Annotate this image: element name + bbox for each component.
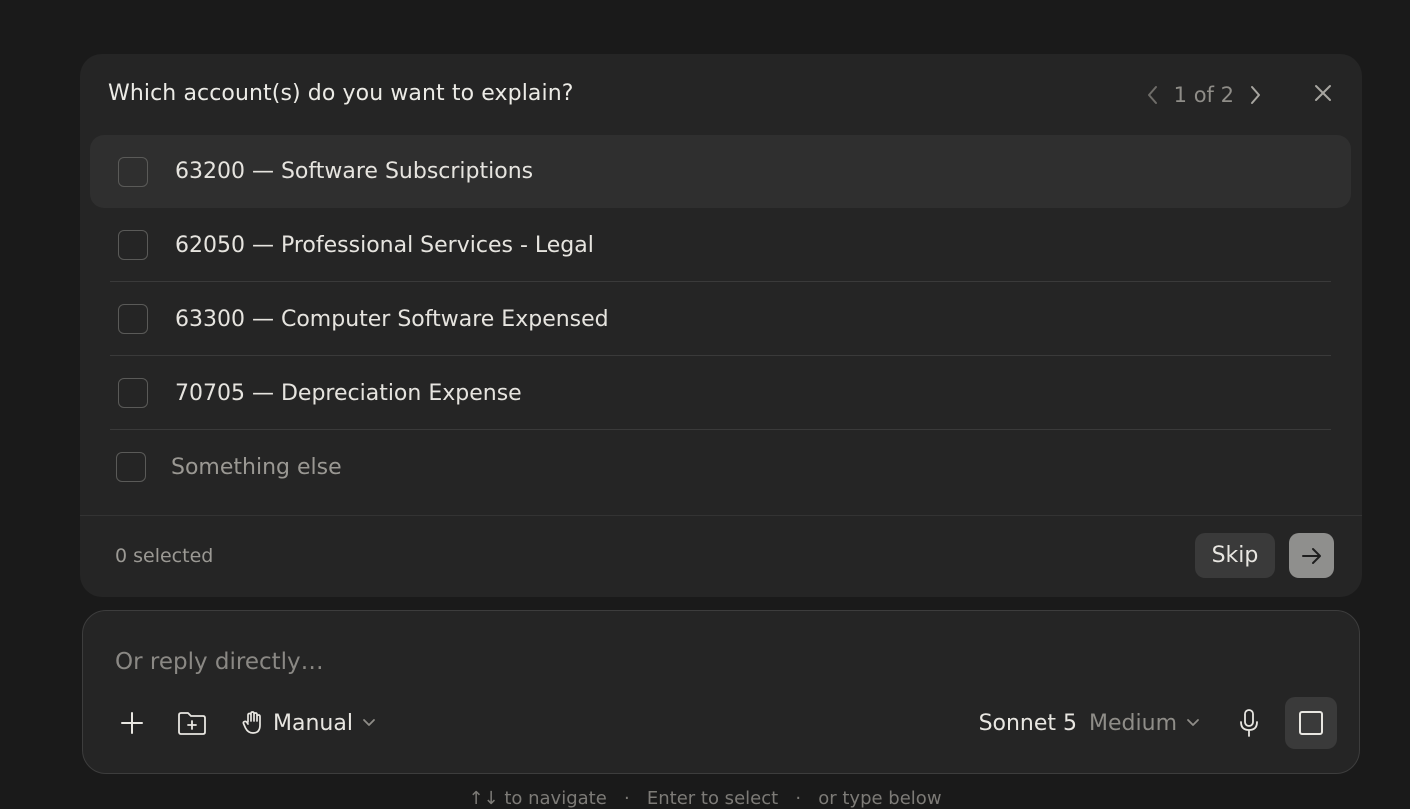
option-item[interactable]: 70705 — Depreciation Expense xyxy=(90,356,1351,430)
option-checkbox[interactable] xyxy=(118,230,148,260)
chevron-down-icon xyxy=(363,719,375,726)
hint-select: Enter to select xyxy=(646,788,779,809)
option-label: 63200 — Software Subscriptions xyxy=(175,159,534,184)
folder-plus-icon[interactable] xyxy=(177,710,207,736)
hand-icon xyxy=(242,711,261,734)
close-icon[interactable] xyxy=(1314,84,1332,102)
keyboard-hint: ↑↓ to navigate · Enter to select · or ty… xyxy=(468,788,942,809)
reply-composer: Manual Sonnet 5 Medium xyxy=(82,610,1360,774)
option-label: 62050 — Professional Services - Legal xyxy=(175,232,594,258)
options-list: 63200 — Software Subscriptions 62050 — P… xyxy=(90,135,1351,504)
model-dropdown[interactable]: Sonnet 5 Medium xyxy=(979,711,1201,736)
question-card: Which account(s) do you want to explain?… xyxy=(80,54,1362,597)
microphone-icon[interactable] xyxy=(1237,708,1261,738)
option-checkbox[interactable] xyxy=(118,378,148,408)
skip-button[interactable]: Skip xyxy=(1195,533,1275,578)
option-checkbox[interactable] xyxy=(118,156,148,187)
stop-button[interactable] xyxy=(1285,697,1337,749)
stop-square-icon xyxy=(1299,711,1323,735)
option-item[interactable]: 62050 — Professional Services - Legal xyxy=(90,208,1351,282)
option-item[interactable]: 63200 — Software Subscriptions xyxy=(90,135,1351,208)
question-header: Which account(s) do you want to explain?… xyxy=(80,54,1362,134)
arrow-right-icon xyxy=(1301,547,1321,564)
option-label: 70705 — Depreciation Expense xyxy=(175,380,522,406)
composer-toolbar-right: Sonnet 5 Medium xyxy=(979,697,1337,749)
option-checkbox[interactable] xyxy=(116,452,146,482)
plus-icon[interactable] xyxy=(119,710,145,736)
chevron-down-icon xyxy=(1187,719,1199,726)
mode-dropdown[interactable]: Manual xyxy=(241,710,377,736)
option-item[interactable]: 63300 — Computer Software Expensed xyxy=(90,282,1351,356)
chevron-left-icon[interactable] xyxy=(1146,84,1160,106)
hint-navigate: ↑↓ to navigate xyxy=(468,788,607,809)
model-name: Sonnet 5 xyxy=(978,710,1078,736)
question-title: Which account(s) do you want to explain? xyxy=(108,81,574,106)
hint-type: or type below xyxy=(818,788,942,809)
option-label: 63300 — Computer Software Expensed xyxy=(175,306,609,332)
pager: 1 of 2 xyxy=(1146,80,1262,110)
option-label: Something else xyxy=(171,454,342,480)
pager-count: 1 of 2 xyxy=(1173,83,1234,107)
mode-label: Manual xyxy=(273,710,353,736)
chevron-right-icon[interactable] xyxy=(1248,84,1262,106)
option-checkbox[interactable] xyxy=(118,304,148,334)
option-item-other[interactable]: Something else xyxy=(90,430,1351,504)
selected-count: 0 selected xyxy=(115,545,214,567)
composer-toolbar-left: Manual xyxy=(119,705,377,741)
reply-input[interactable] xyxy=(115,645,1015,679)
submit-button[interactable] xyxy=(1289,533,1334,578)
model-effort: Medium xyxy=(1089,710,1177,736)
question-footer: 0 selected Skip xyxy=(80,515,1362,597)
